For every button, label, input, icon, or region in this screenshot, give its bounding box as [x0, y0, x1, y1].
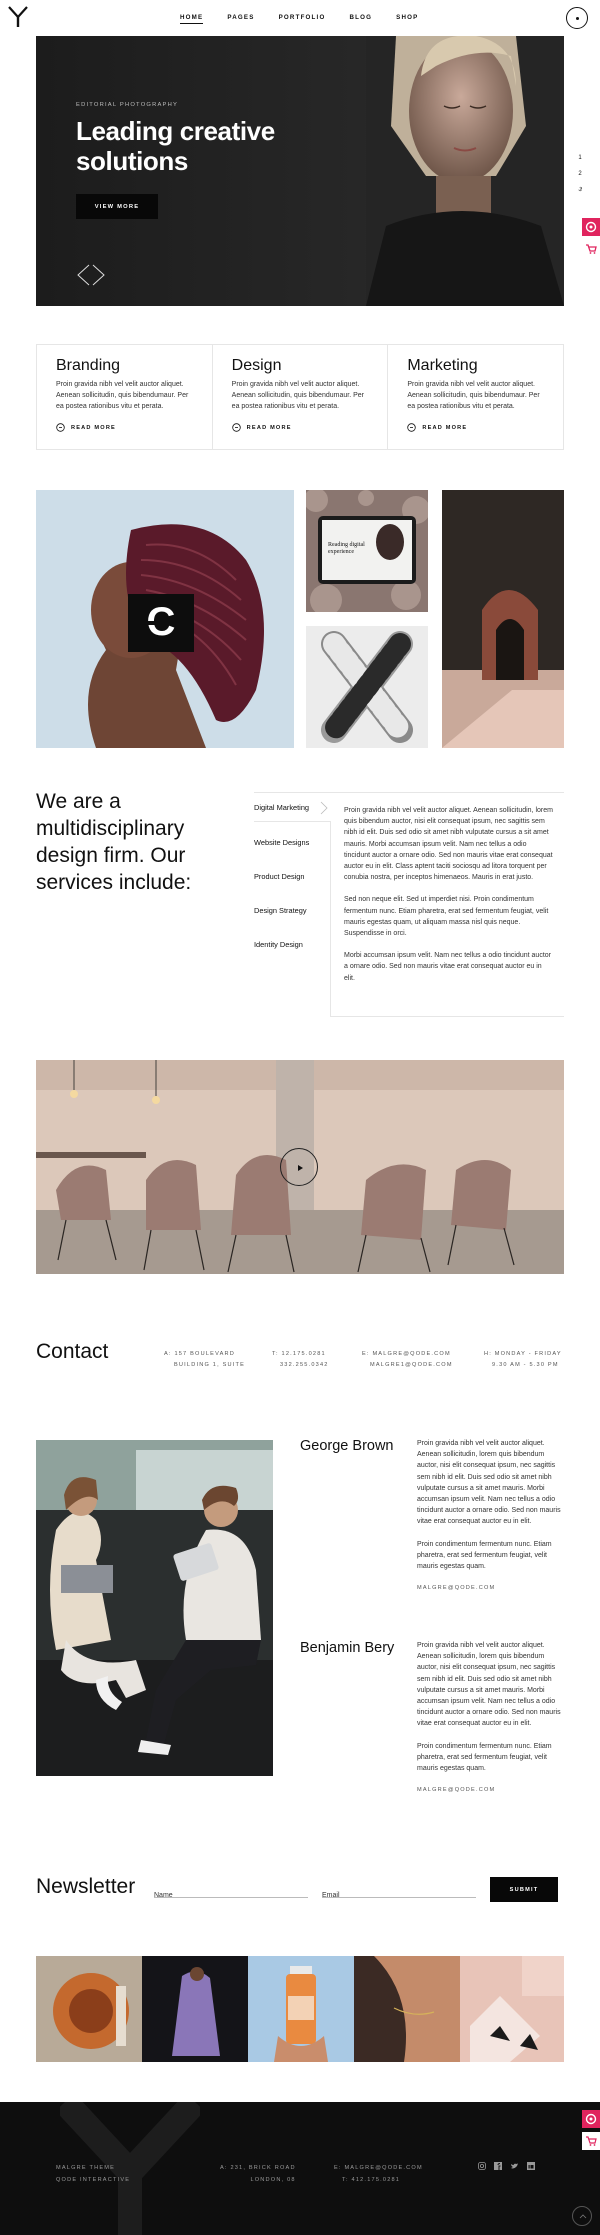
member-bio: Proin gravida nibh vel velit auctor aliq…	[417, 1640, 562, 1796]
member-email[interactable]: MALGRE@QODE.COM	[417, 1785, 562, 1796]
insta-image-shapes[interactable]	[460, 1956, 564, 2062]
arrow-circle-icon	[56, 423, 65, 432]
service-branding: Branding Proin gravida nibh vel velit au…	[36, 345, 213, 449]
tab-identity-design[interactable]: Identity Design	[254, 940, 303, 949]
gallery-arch-image[interactable]	[442, 490, 564, 748]
contact-title: Contact	[36, 1340, 109, 1363]
insta-image-bottle[interactable]	[248, 1956, 354, 2062]
nav-shop[interactable]: SHOP	[396, 14, 418, 24]
newsletter-title: Newsletter	[36, 1875, 136, 1898]
arrow-circle-icon	[407, 423, 417, 432]
newsletter-email-input[interactable]: Email	[322, 1884, 476, 1899]
contact-email[interactable]: E: MALGRE@QODE.COM MALGRE1@QODE.COM	[362, 1349, 453, 1371]
insta-image-neck[interactable]	[354, 1956, 460, 2062]
slider-pagination: 1 2 3	[576, 150, 584, 198]
service-title: Branding	[56, 357, 121, 374]
service-title: Marketing	[407, 357, 478, 374]
gallery-tablet-image[interactable]: Reading digital experience	[306, 490, 428, 612]
newsletter-submit-button[interactable]: SUBMIT	[490, 1877, 558, 1902]
linkedin-icon[interactable]	[527, 2162, 535, 2170]
slide-2[interactable]: 2	[576, 166, 584, 182]
footer-demo-badge-button[interactable]	[582, 2110, 600, 2128]
insta-image-hat[interactable]	[36, 1956, 142, 2062]
menu-circle-button[interactable]	[566, 7, 588, 29]
demo-badge-button[interactable]	[582, 218, 600, 236]
twitter-icon[interactable]	[510, 2162, 519, 2170]
arrow-up-icon	[579, 2214, 587, 2219]
view-more-button[interactable]: VIEW MORE	[76, 194, 158, 219]
member-bio: Proin gravida nibh vel velit auctor aliq…	[417, 1438, 562, 1594]
footer-contact[interactable]: E: MALGRE@QODE.COM T: 412.175.0281	[334, 2162, 423, 2186]
video-section[interactable]	[36, 1060, 564, 1274]
tab-divider	[254, 821, 330, 822]
contact-hours: H: MONDAY - FRIDAY 9.30 AM - 5.30 PM	[484, 1351, 562, 1368]
tab-active-arrow-icon	[320, 801, 328, 815]
insta-image-coat[interactable]	[142, 1956, 248, 2062]
tab-product-design[interactable]: Product Design	[254, 872, 305, 881]
slide-1[interactable]: 1	[576, 150, 584, 166]
contact-phone[interactable]: T: 12.175.0281 332.255.0342	[272, 1349, 329, 1371]
footer-social	[478, 2162, 535, 2170]
slide-3[interactable]: 3	[574, 181, 587, 199]
service-text: Proin gravida nibh vel velit auctor aliq…	[56, 381, 189, 410]
hero-title: Leading creative solutions	[76, 116, 275, 176]
svg-text:experience: experience	[328, 549, 354, 555]
logo[interactable]	[8, 6, 28, 28]
team-member-benjamin: Benjamin Bery Proin gravida nibh vel vel…	[300, 1640, 564, 1793]
read-more-link[interactable]: READ MORE	[56, 423, 194, 432]
contact-address: A: 157 BOULEVARD BUILDING 1, SUITE	[164, 1351, 246, 1368]
footer-brand: MALGRE THEME QODE INTERACTIVE	[56, 2165, 131, 2183]
service-text: Proin gravida nibh vel velit auctor aliq…	[407, 381, 540, 410]
service-tabs: Digital Marketing Website Designs Produc…	[254, 792, 564, 1017]
header: HOME PAGES PORTFOLIO BLOG SHOP	[0, 0, 600, 34]
team-photo	[36, 1440, 273, 1776]
service-title: Design	[231, 357, 282, 374]
hero-portrait-image	[366, 36, 564, 306]
tab-website-designs[interactable]: Website Designs	[254, 838, 309, 847]
tab-design-strategy[interactable]: Design Strategy	[254, 906, 307, 915]
tablet-screen-title: Reading digital	[328, 542, 365, 548]
slider-prev-arrow[interactable]	[76, 264, 90, 286]
nav-portfolio[interactable]: PORTFOLIO	[279, 14, 326, 24]
service-design: Design Proin gravida nibh vel velit auct…	[213, 345, 389, 449]
team-member-george: George Brown Proin gravida nibh vel veli…	[300, 1438, 564, 1591]
instagram-strip	[36, 1956, 564, 2062]
services-row: Branding Proin gravida nibh vel velit au…	[36, 344, 565, 450]
about-heading: We are a multidisciplinary design firm. …	[36, 790, 192, 894]
video-play-button[interactable]	[280, 1148, 318, 1186]
gallery-portrait-image[interactable]: C	[36, 490, 294, 748]
facebook-icon[interactable]	[494, 2162, 502, 2170]
footer-scroll-top-button[interactable]	[572, 2206, 592, 2226]
footer: MALGRE THEME QODE INTERACTIVE A: 231, BRI…	[0, 2102, 600, 2235]
footer-cart-button[interactable]	[582, 2132, 600, 2150]
cart-icon	[586, 2136, 597, 2146]
member-email[interactable]: MALGRE@QODE.COM	[417, 1583, 562, 1594]
read-more-link[interactable]: READ MORE	[407, 423, 545, 432]
cart-icon[interactable]	[585, 244, 597, 254]
hero-slider: EDITORIAL PHOTOGRAPHY Leading creative so…	[36, 36, 564, 306]
hero-kicker: EDITORIAL PHOTOGRAPHY	[76, 102, 179, 108]
nav-home[interactable]: HOME	[180, 14, 204, 24]
tab-content: Proin gravida nibh vel velit auctor aliq…	[344, 807, 553, 982]
gallery-zebra-x-image[interactable]	[306, 626, 428, 748]
service-text: Proin gravida nibh vel velit auctor aliq…	[231, 381, 364, 410]
newsletter-name-input[interactable]: Name	[154, 1884, 308, 1899]
instagram-icon[interactable]	[478, 2162, 486, 2170]
footer-address: A: 231, BRICK ROAD LONDON, 08	[220, 2165, 296, 2183]
service-marketing: Marketing Proin gravida nibh vel velit a…	[388, 345, 565, 449]
read-more-link[interactable]: READ MORE	[231, 423, 370, 432]
slider-next-arrow[interactable]	[92, 264, 106, 286]
nav-pages[interactable]: PAGES	[227, 14, 254, 24]
tab-digital-marketing[interactable]: Digital Marketing	[254, 803, 309, 812]
arrow-circle-icon	[231, 423, 241, 432]
play-icon	[298, 1165, 303, 1171]
dot-icon	[576, 17, 579, 20]
nav-blog[interactable]: BLOG	[349, 14, 372, 24]
